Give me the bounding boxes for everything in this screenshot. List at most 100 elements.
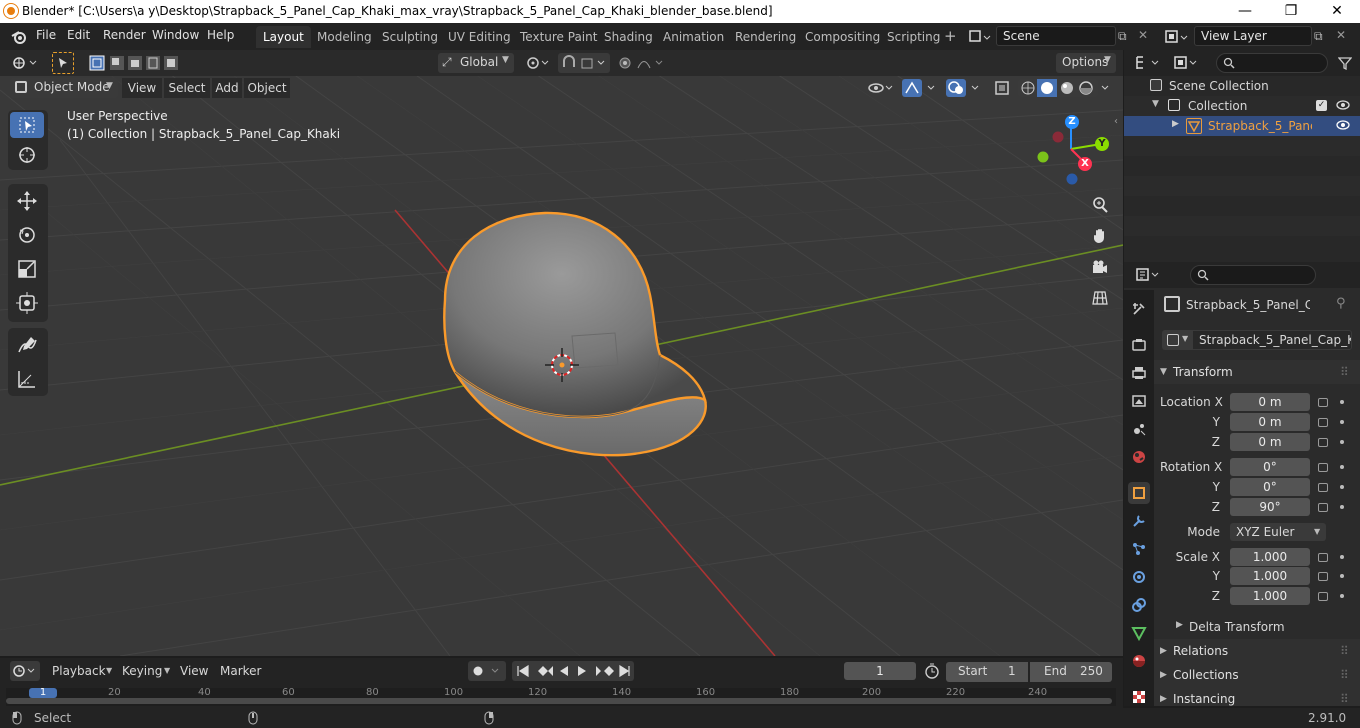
delta-transform-label[interactable]: Delta Transform [1189, 620, 1285, 634]
scene-tab-icon[interactable] [1128, 418, 1150, 440]
view-menu[interactable]: View [122, 78, 162, 98]
data-browse-dropdown[interactable]: ▼ [1162, 330, 1192, 350]
visibility-eye-icon[interactable] [1336, 99, 1350, 111]
transform-tool[interactable] [10, 288, 44, 318]
gizmo-z-axis[interactable]: Z [1065, 115, 1079, 129]
menu-edit[interactable]: Edit [67, 28, 90, 42]
delete-scene-icon[interactable]: ✕ [1138, 28, 1148, 42]
ortho-grid-icon[interactable] [1088, 286, 1112, 310]
tab-texture-paint[interactable]: Texture Paint [513, 26, 604, 48]
rotation-mode-dropdown[interactable]: XYZ Euler ▼ [1230, 523, 1326, 541]
tab-modeling[interactable]: Modeling [310, 26, 379, 48]
tool-tab-icon[interactable] [1128, 298, 1150, 320]
drag-handle-icon[interactable]: ⠿ [1340, 663, 1349, 687]
tab-scripting[interactable]: Scripting [880, 26, 947, 48]
rotation-y-field[interactable]: 0° [1230, 478, 1310, 496]
tab-animation[interactable]: Animation [656, 26, 731, 48]
tab-shading[interactable]: Shading [597, 26, 660, 48]
lock-icon[interactable] [1318, 483, 1328, 492]
current-frame-field[interactable]: 1 [844, 662, 916, 680]
playback-menu[interactable]: Playback ▼ [46, 661, 116, 681]
properties-editor-type-icon[interactable] [1134, 266, 1164, 284]
sidebar-toggle-icon[interactable]: ‹ [1114, 116, 1118, 127]
texture-tab-icon[interactable] [1128, 686, 1150, 708]
editor-type-icon[interactable] [10, 53, 42, 73]
lock-icon[interactable] [1318, 592, 1328, 601]
menu-render[interactable]: Render [103, 28, 146, 42]
3d-viewport[interactable]: Z Y X ⤢ Global ▼ Options ▼ Object Mode ▼… [0, 50, 1123, 656]
timeline-view-menu[interactable]: View [180, 661, 208, 681]
relations-section-header[interactable]: ▶ Relations ⠿ [1154, 639, 1360, 663]
tab-sculpting[interactable]: Sculpting [375, 26, 445, 48]
blender-menu-icon[interactable] [10, 28, 28, 46]
keyframe-dot-icon[interactable] [1340, 574, 1344, 578]
keyframe-dot-icon[interactable] [1340, 420, 1344, 424]
lock-icon[interactable] [1318, 572, 1328, 581]
minimize-button[interactable]: — [1222, 0, 1268, 23]
new-scene-icon[interactable]: ⧉ [1118, 29, 1127, 44]
tab-compositing[interactable]: Compositing [798, 26, 887, 48]
object-menu[interactable]: Object [244, 78, 290, 98]
delete-view-layer-icon[interactable]: ✕ [1336, 28, 1346, 42]
expand-arrow-icon[interactable]: ▶ [1172, 119, 1179, 129]
add-menu[interactable]: Add [212, 78, 242, 98]
lock-icon[interactable] [1318, 503, 1328, 512]
scale-tool[interactable] [10, 254, 44, 284]
physics-tab-icon[interactable] [1128, 566, 1150, 588]
select-tool-icon[interactable] [52, 52, 74, 74]
close-button[interactable]: ✕ [1314, 0, 1360, 23]
menu-help[interactable]: Help [207, 28, 234, 42]
rotation-z-field[interactable]: 90° [1230, 498, 1310, 516]
keyframe-dot-icon[interactable] [1340, 485, 1344, 489]
location-z-field[interactable]: 0 m [1230, 433, 1310, 451]
scale-y-field[interactable]: 1.000 [1230, 567, 1310, 585]
output-tab-icon[interactable] [1128, 362, 1150, 384]
tab-uv-editing[interactable]: UV Editing [441, 26, 518, 48]
collections-section-header[interactable]: ▶ Collections ⠿ [1154, 663, 1360, 687]
auto-keying-toggle[interactable] [468, 661, 506, 681]
playback-controls[interactable] [512, 661, 634, 681]
object-data-name-field[interactable]: Strapback_5_Panel_Cap_Kh... [1192, 330, 1352, 350]
keyframe-dot-icon[interactable] [1340, 440, 1344, 444]
view-layer-tab-icon[interactable] [1128, 390, 1150, 412]
lock-icon[interactable] [1318, 438, 1328, 447]
location-y-field[interactable]: 0 m [1230, 413, 1310, 431]
expand-arrow-icon[interactable]: ▼ [1152, 99, 1159, 109]
instancing-section-header[interactable]: ▶ Instancing ⠿ [1154, 687, 1360, 706]
expand-arrow-icon[interactable]: ▶ [1176, 620, 1183, 630]
scale-x-field[interactable]: 1.000 [1230, 548, 1310, 566]
rotate-tool[interactable] [10, 220, 44, 250]
lock-icon[interactable] [1318, 463, 1328, 472]
view-layer-field[interactable]: View Layer [1194, 26, 1312, 46]
selection-mode-icons[interactable] [88, 54, 184, 72]
outliner-row[interactable]: ▼ Collection ✓ [1124, 96, 1360, 116]
scene-name-field[interactable]: Scene [996, 26, 1116, 46]
constraints-tab-icon[interactable] [1128, 594, 1150, 616]
add-workspace-icon[interactable]: + [944, 27, 957, 45]
exclude-checkbox[interactable]: ✓ [1316, 100, 1327, 111]
rotation-x-field[interactable]: 0° [1230, 458, 1310, 476]
menu-file[interactable]: File [36, 28, 56, 42]
drag-handle-icon[interactable]: ⠿ [1340, 360, 1349, 384]
start-frame-field[interactable]: Start 1 [946, 662, 1028, 682]
measure-tool[interactable] [10, 364, 44, 394]
outliner-row-selected[interactable]: ▶ Strapback_5_Panel_( [1124, 116, 1360, 136]
material-tab-icon[interactable] [1128, 650, 1150, 672]
world-tab-icon[interactable] [1128, 446, 1150, 468]
select-menu[interactable]: Select [164, 78, 210, 98]
lock-icon[interactable] [1318, 398, 1328, 407]
keyframe-dot-icon[interactable] [1340, 594, 1344, 598]
visibility-eye-icon[interactable] [1336, 119, 1350, 131]
pan-hand-icon[interactable] [1088, 224, 1112, 248]
timeline-editor-type-icon[interactable] [10, 661, 40, 681]
outliner-search-input[interactable] [1216, 53, 1328, 73]
camera-view-icon[interactable] [1088, 255, 1112, 279]
maximize-button[interactable]: ❐ [1268, 0, 1314, 23]
object-tab-icon[interactable] [1128, 482, 1150, 504]
gizmo-x-axis[interactable]: X [1078, 157, 1092, 171]
select-box-tool[interactable] [10, 112, 44, 138]
lock-icon[interactable] [1318, 553, 1328, 562]
timeline-ruler[interactable]: 1 20 40 60 80 100 120 140 160 180 200 22… [6, 688, 1116, 706]
tab-layout[interactable]: Layout [256, 26, 311, 48]
timeline-scrollbar[interactable] [6, 698, 1112, 704]
